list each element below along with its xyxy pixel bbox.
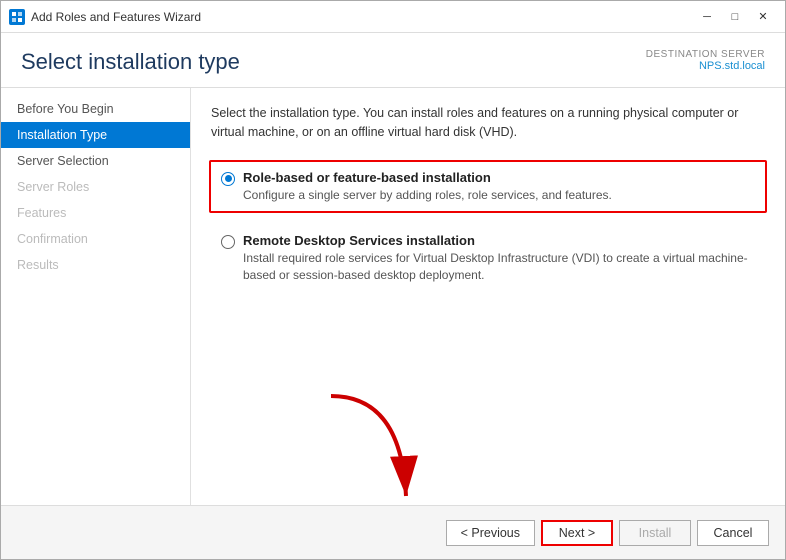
sidebar-item-results: Results	[1, 252, 190, 278]
remote-desktop-label: Remote Desktop Services installation	[243, 233, 475, 248]
next-button[interactable]: Next >	[541, 520, 613, 546]
install-button[interactable]: Install	[619, 520, 691, 546]
footer: < Previous Next > Install Cancel	[1, 505, 785, 559]
option-group: Role-based or feature-based installation…	[211, 162, 765, 292]
role-based-radio[interactable]	[221, 172, 235, 186]
cancel-button[interactable]: Cancel	[697, 520, 769, 546]
page-header: Select installation type DESTINATION SER…	[1, 33, 785, 88]
role-based-description: Configure a single server by adding role…	[243, 187, 612, 204]
remote-desktop-option[interactable]: Remote Desktop Services installation Ins…	[211, 225, 765, 292]
role-based-text: Role-based or feature-based installation…	[243, 170, 612, 204]
page-title: Select installation type	[21, 49, 240, 75]
title-bar: Add Roles and Features Wizard ─ □ ✕	[1, 1, 785, 33]
title-bar-left: Add Roles and Features Wizard	[9, 9, 201, 25]
remote-desktop-description: Install required role services for Virtu…	[243, 250, 755, 284]
sidebar-item-before-you-begin[interactable]: Before You Begin	[1, 96, 190, 122]
remote-desktop-radio[interactable]	[221, 235, 235, 249]
previous-button[interactable]: < Previous	[446, 520, 535, 546]
content-area: Select the installation type. You can in…	[191, 88, 785, 505]
app-icon	[9, 9, 25, 25]
window-title: Add Roles and Features Wizard	[31, 10, 201, 24]
destination-server-label: DESTINATION SERVER	[646, 49, 765, 60]
sidebar-item-confirmation: Confirmation	[1, 226, 190, 252]
sidebar-item-server-selection[interactable]: Server Selection	[1, 148, 190, 174]
destination-server-info: DESTINATION SERVER NPS.std.local	[646, 49, 765, 72]
sidebar-item-server-roles: Server Roles	[1, 174, 190, 200]
destination-server-name: NPS.std.local	[646, 60, 765, 72]
role-based-option[interactable]: Role-based or feature-based installation…	[209, 160, 767, 214]
role-based-label: Role-based or feature-based installation	[243, 170, 491, 185]
main-content: Before You Begin Installation Type Serve…	[1, 88, 785, 505]
maximize-button[interactable]: □	[721, 5, 749, 29]
close-button[interactable]: ✕	[749, 5, 777, 29]
remote-desktop-text: Remote Desktop Services installation Ins…	[243, 233, 755, 284]
wizard-window: Add Roles and Features Wizard ─ □ ✕ Sele…	[0, 0, 786, 560]
minimize-button[interactable]: ─	[693, 5, 721, 29]
sidebar-item-installation-type[interactable]: Installation Type	[1, 122, 190, 148]
window-controls: ─ □ ✕	[693, 5, 777, 29]
description-text: Select the installation type. You can in…	[211, 104, 765, 142]
sidebar: Before You Begin Installation Type Serve…	[1, 88, 191, 505]
sidebar-item-features: Features	[1, 200, 190, 226]
